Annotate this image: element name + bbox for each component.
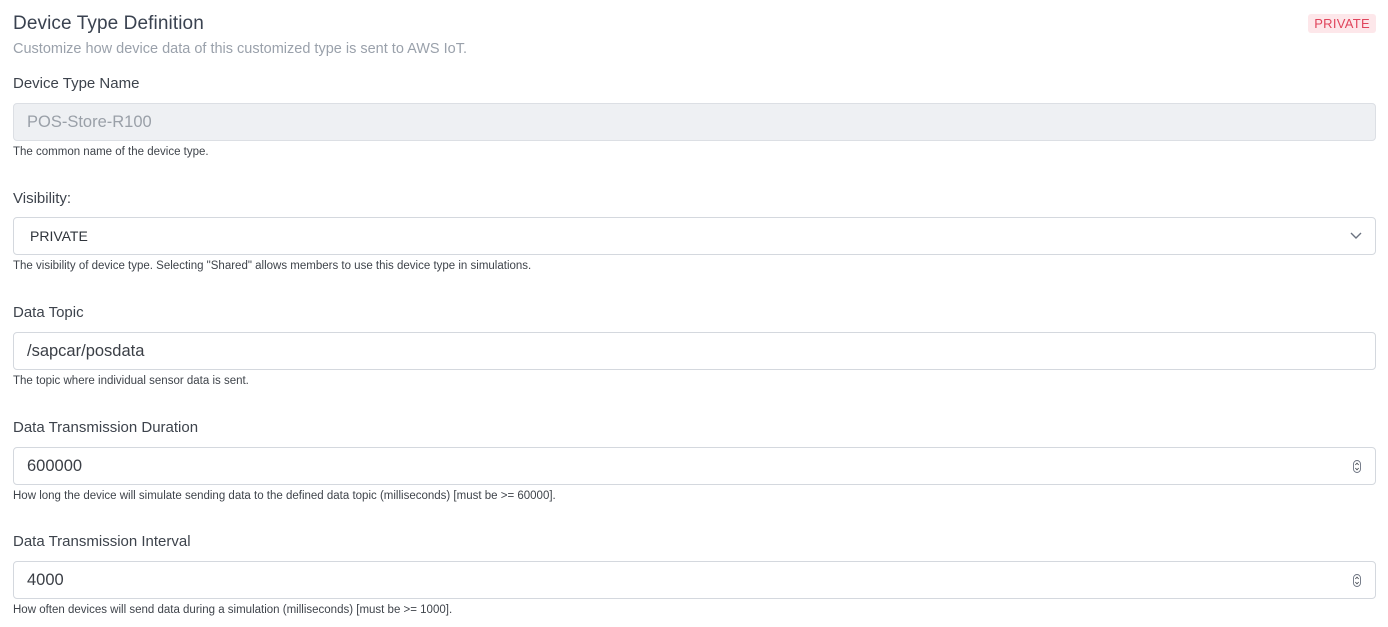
device-type-name-help: The common name of the device type. xyxy=(13,146,209,158)
data-topic-input[interactable]: /sapcar/posdata xyxy=(13,332,1376,370)
visibility-select[interactable]: PRIVATE xyxy=(13,217,1376,255)
data-topic-help: The topic where individual sensor data i… xyxy=(13,375,249,387)
data-topic-label: Data Topic xyxy=(13,304,84,321)
transmission-duration-input[interactable]: 600000 xyxy=(13,447,1376,485)
transmission-interval-label: Data Transmission Interval xyxy=(13,533,191,550)
transmission-interval-help: How often devices will send data during … xyxy=(13,604,453,616)
page-title: Device Type Definition xyxy=(13,13,204,34)
data-topic-value: /sapcar/posdata xyxy=(27,342,145,360)
visibility-field: Visibility: PRIVATE The visibility of de… xyxy=(13,189,1376,272)
transmission-interval-value: 4000 xyxy=(27,571,64,589)
visibility-selected-value: PRIVATE xyxy=(30,228,88,244)
visibility-label: Visibility: xyxy=(13,190,72,207)
transmission-duration-value: 600000 xyxy=(27,457,83,475)
transmission-interval-field: Data Transmission Interval 4000 How ofte… xyxy=(13,532,1376,616)
transmission-interval-input[interactable]: 4000 xyxy=(13,561,1376,599)
device-type-name-value: POS-Store-R100 xyxy=(27,113,152,131)
section-header: Device Type Definition Customize how dev… xyxy=(13,0,1376,64)
chevron-down-icon xyxy=(1350,232,1362,239)
page-subtitle: Customize how device data of this custom… xyxy=(13,41,468,57)
device-type-form: Device Type Definition Customize how dev… xyxy=(13,0,1376,616)
data-topic-field: Data Topic /sapcar/posdata The topic whe… xyxy=(13,303,1376,387)
visibility-help: The visibility of device type. Selecting… xyxy=(13,260,532,272)
transmission-duration-field: Data Transmission Duration 600000 How lo… xyxy=(13,418,1376,502)
device-type-name-label: Device Type Name xyxy=(13,75,140,92)
transmission-duration-help: How long the device will simulate sendin… xyxy=(13,490,556,502)
device-type-name-field: Device Type Name POS-Store-R100 The comm… xyxy=(13,74,1376,158)
spinner-arrows-icon[interactable] xyxy=(1353,574,1361,587)
device-type-name-input[interactable]: POS-Store-R100 xyxy=(13,103,1376,141)
spinner-arrows-icon[interactable] xyxy=(1353,460,1361,473)
visibility-badge: PRIVATE xyxy=(1308,14,1376,33)
transmission-duration-label: Data Transmission Duration xyxy=(13,419,199,436)
